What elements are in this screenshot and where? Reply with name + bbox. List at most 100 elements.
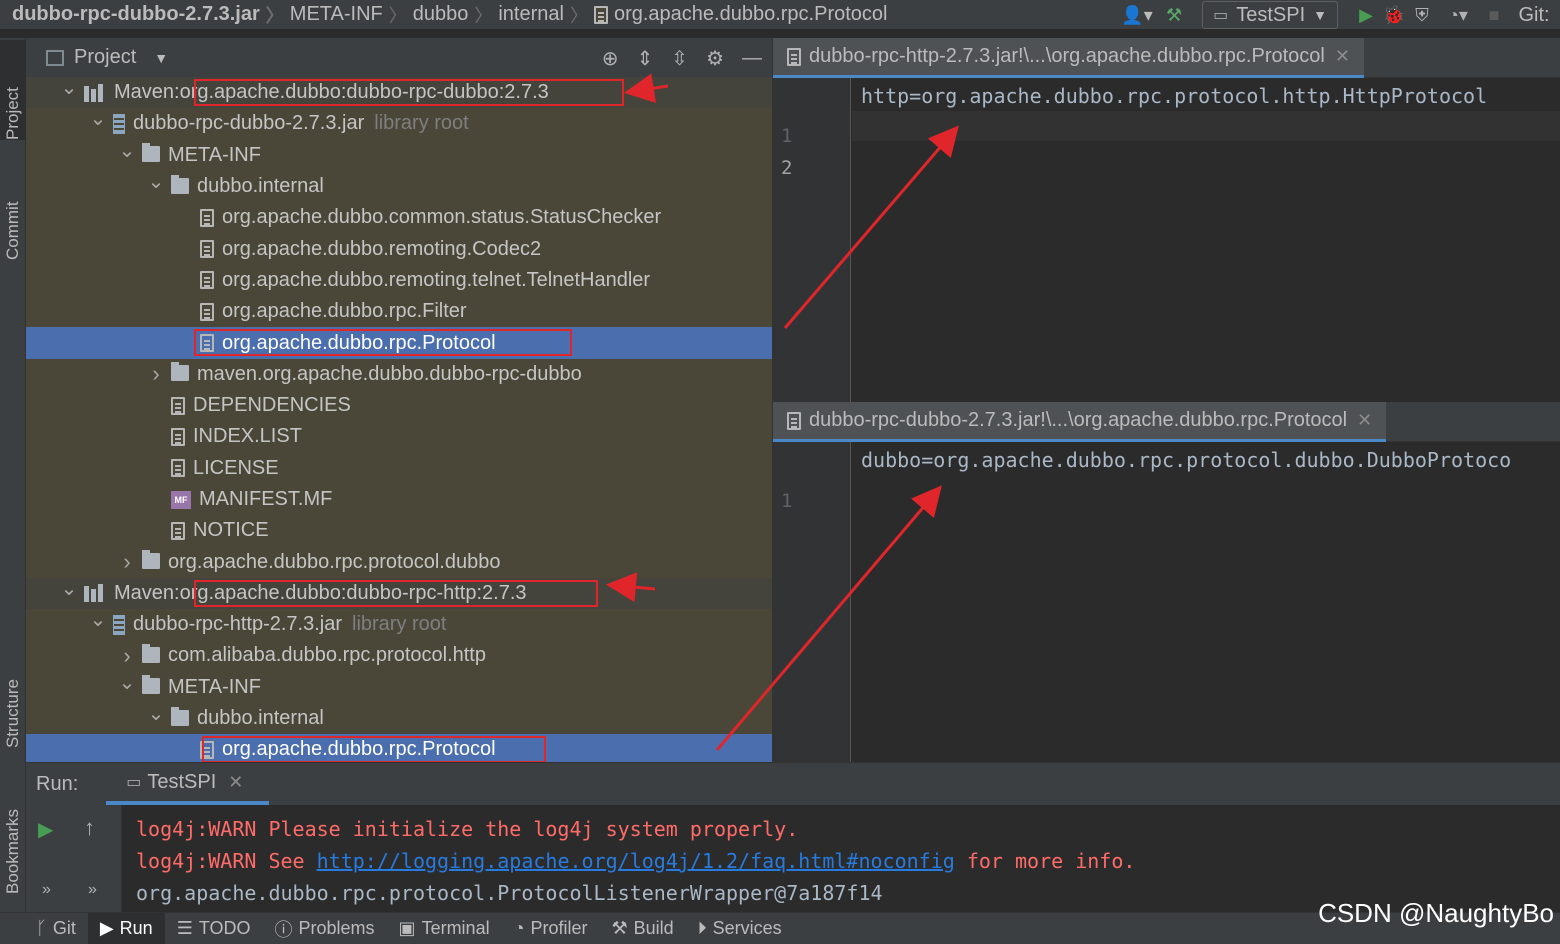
stripe-tab-structure[interactable]: Structure xyxy=(0,638,26,748)
chevron-down-icon[interactable]: ▼ xyxy=(154,50,168,66)
bottom-tab-profiler[interactable]: ◔ Profiler xyxy=(502,913,600,944)
left-tool-stripe: Project Commit Structure Bookmarks xyxy=(0,38,26,912)
chevron-down-icon[interactable]: ⌄ xyxy=(118,138,136,163)
stripe-tab-project[interactable]: Project xyxy=(0,40,26,140)
run-tab-testspi[interactable]: ▭ TestSPI ✕ xyxy=(106,763,270,805)
project-panel-title[interactable]: Project xyxy=(74,46,136,69)
run-icon[interactable]: ▶ xyxy=(1352,0,1380,30)
tree-file-node[interactable]: INDEX.LIST xyxy=(26,421,772,452)
tree-file-node[interactable]: org.apache.dubbo.common.status.StatusChe… xyxy=(26,202,772,233)
line-number: 1 xyxy=(781,125,793,147)
tree-file-node[interactable]: org.apache.dubbo.rpc.Protocol xyxy=(26,734,772,762)
close-icon[interactable]: ✕ xyxy=(1357,410,1372,431)
stop-icon[interactable]: ■ xyxy=(1480,0,1508,30)
terminal-icon: ▣ xyxy=(398,918,416,938)
tree-file-node[interactable]: MF MANIFEST.MF xyxy=(26,484,772,515)
rerun-icon[interactable]: ▶ xyxy=(38,817,53,842)
bottom-tab-label: Build xyxy=(633,918,674,938)
tree-module-node[interactable]: ⌄ Maven: org.apache.dubbo:dubbo-rpc-dubbo:… xyxy=(26,77,772,109)
close-icon[interactable]: ✕ xyxy=(228,772,243,793)
breadcrumb-internal[interactable]: internal 〉 xyxy=(498,2,594,28)
bottom-tab-services[interactable]: ⏵ Services xyxy=(686,913,794,944)
more-icon[interactable]: » xyxy=(88,881,97,899)
chevron-down-icon[interactable]: ⌄ xyxy=(60,576,78,601)
breadcrumb-meta-inf[interactable]: META-INF 〉 xyxy=(290,2,413,28)
chevron-right-icon[interactable]: › xyxy=(147,361,165,387)
run-config-label: TestSPI xyxy=(1236,3,1306,26)
tree-node-suffix: library root xyxy=(352,613,447,636)
project-panel-actions: ⊕ ⇕ ⇳ ⚙ — xyxy=(602,38,762,78)
tree-folder-node[interactable]: › maven.org.apache.dubbo.dubbo-rpc-dubbo xyxy=(26,359,772,390)
breadcrumb-label: org.apache.dubbo.rpc.Protocol xyxy=(613,3,888,25)
tree-node-label: org.apache.dubbo:dubbo-rpc-dubbo:2.7.3 xyxy=(179,81,549,104)
tree-folder-node[interactable]: ⌄ META-INF xyxy=(26,672,772,703)
chevron-down-icon[interactable]: ⌄ xyxy=(147,701,165,726)
close-icon[interactable]: ✕ xyxy=(1335,46,1350,67)
tree-module-node[interactable]: ⌄ Maven: org.apache.dubbo:dubbo-rpc-http:2… xyxy=(26,576,772,610)
chevron-down-icon[interactable]: ⌄ xyxy=(147,169,165,194)
file-icon xyxy=(171,427,185,446)
chevron-down-icon[interactable]: ⌄ xyxy=(60,77,78,100)
tree-file-node[interactable]: NOTICE xyxy=(26,515,772,546)
tree-folder-node[interactable]: › com.alibaba.dubbo.rpc.protocol.http xyxy=(26,640,772,671)
profiler-icon: ◔ xyxy=(513,918,525,938)
tree-folder-node[interactable]: ⌄ dubbo.internal xyxy=(26,703,772,734)
file-icon xyxy=(171,459,185,478)
editor-tab-http-protocol[interactable]: dubbo-rpc-http-2.7.3.jar!\...\org.apache… xyxy=(773,38,1364,78)
tree-file-node[interactable]: org.apache.dubbo.remoting.telnet.TelnetH… xyxy=(26,265,772,296)
bottom-tab-terminal[interactable]: ▣ Terminal xyxy=(387,913,502,944)
tree-file-node[interactable]: org.apache.dubbo.rpc.Filter xyxy=(26,296,772,327)
tree-file-node[interactable]: org.apache.dubbo.rpc.Protocol xyxy=(26,327,772,359)
tree-file-node[interactable]: LICENSE xyxy=(26,453,772,484)
bottom-tab-git[interactable]: ᚴ Git xyxy=(0,913,88,944)
chevron-down-icon[interactable]: ⌄ xyxy=(89,106,107,131)
stripe-label: Project xyxy=(3,87,22,140)
bottom-tab-problems[interactable]: ⓘ Problems xyxy=(263,913,387,944)
coverage-icon[interactable]: ⛨ xyxy=(1408,0,1436,30)
tree-file-node[interactable]: org.apache.dubbo.remoting.Codec2 xyxy=(26,233,772,264)
user-icon[interactable]: 👤▾ xyxy=(1114,0,1160,30)
console-text: for more info. xyxy=(954,849,1136,873)
editor-tab-dubbo-protocol[interactable]: dubbo-rpc-dubbo-2.7.3.jar!\...\org.apach… xyxy=(773,402,1387,442)
stripe-label: Structure xyxy=(3,679,22,748)
minimize-icon[interactable]: — xyxy=(742,47,762,70)
gear-icon[interactable]: ⚙ xyxy=(706,46,724,71)
bottom-tab-run[interactable]: ▶ Run xyxy=(87,912,165,944)
folder-icon xyxy=(142,675,160,695)
git-label[interactable]: Git: xyxy=(1508,0,1560,30)
code-line[interactable]: dubbo=org.apache.dubbo.rpc.protocol.dubb… xyxy=(861,448,1511,472)
chevron-right-icon[interactable]: › xyxy=(118,643,136,669)
stripe-tab-commit[interactable]: Commit xyxy=(0,160,26,260)
expand-all-icon[interactable]: ⇕ xyxy=(637,46,654,71)
arrow-up-icon[interactable]: ↑ xyxy=(84,815,95,841)
chevron-down-icon[interactable]: ⌄ xyxy=(118,670,136,695)
debug-icon[interactable]: 🐞 xyxy=(1380,0,1408,30)
tree-node-label: INDEX.LIST xyxy=(193,425,302,448)
hammer-icon: ⚒ xyxy=(611,918,628,938)
build-hammer-icon[interactable]: ⚒ xyxy=(1160,0,1188,30)
bottom-tab-build[interactable]: ⚒ Build xyxy=(599,913,685,944)
locate-icon[interactable]: ⊕ xyxy=(602,46,619,71)
tree-node-label: dubbo.internal xyxy=(197,707,324,730)
breadcrumb-protocol-file[interactable]: org.apache.dubbo.rpc.Protocol xyxy=(593,3,888,26)
line-number: 1 xyxy=(781,490,793,512)
info-icon: ⓘ xyxy=(274,919,293,940)
breadcrumb-dubbo[interactable]: dubbo 〉 xyxy=(413,2,499,28)
profile-icon[interactable]: ◔▾ xyxy=(1436,0,1480,30)
tree-file-node[interactable]: DEPENDENCIES xyxy=(26,390,772,421)
tree-folder-node[interactable]: ⌄ dubbo-rpc-dubbo-2.7.3.jar library root xyxy=(26,108,772,139)
tree-folder-node[interactable]: › org.apache.dubbo.rpc.protocol.dubbo xyxy=(26,546,772,577)
tree-folder-node[interactable]: ⌄ META-INF xyxy=(26,140,772,171)
stripe-tab-bookmarks[interactable]: Bookmarks xyxy=(0,774,26,894)
tree-folder-node[interactable]: ⌄ dubbo-rpc-http-2.7.3.jar library root xyxy=(26,609,772,640)
breadcrumb-jar[interactable]: dubbo-rpc-dubbo-2.7.3.jar 〉 xyxy=(0,2,290,28)
more-icon[interactable]: » xyxy=(42,881,51,899)
console-link[interactable]: http://logging.apache.org/log4j/1.2/faq.… xyxy=(317,849,955,873)
collapse-all-icon[interactable]: ⇳ xyxy=(671,46,688,71)
code-line[interactable]: http=org.apache.dubbo.rpc.protocol.http.… xyxy=(861,84,1487,108)
tree-folder-node[interactable]: ⌄ dubbo.internal xyxy=(26,171,772,202)
chevron-down-icon[interactable]: ⌄ xyxy=(89,607,107,632)
bottom-tab-todo[interactable]: ☰ TODO xyxy=(165,913,263,944)
run-configuration-select[interactable]: ▭ TestSPI ▼ xyxy=(1202,1,1338,29)
chevron-right-icon[interactable]: › xyxy=(118,549,136,575)
